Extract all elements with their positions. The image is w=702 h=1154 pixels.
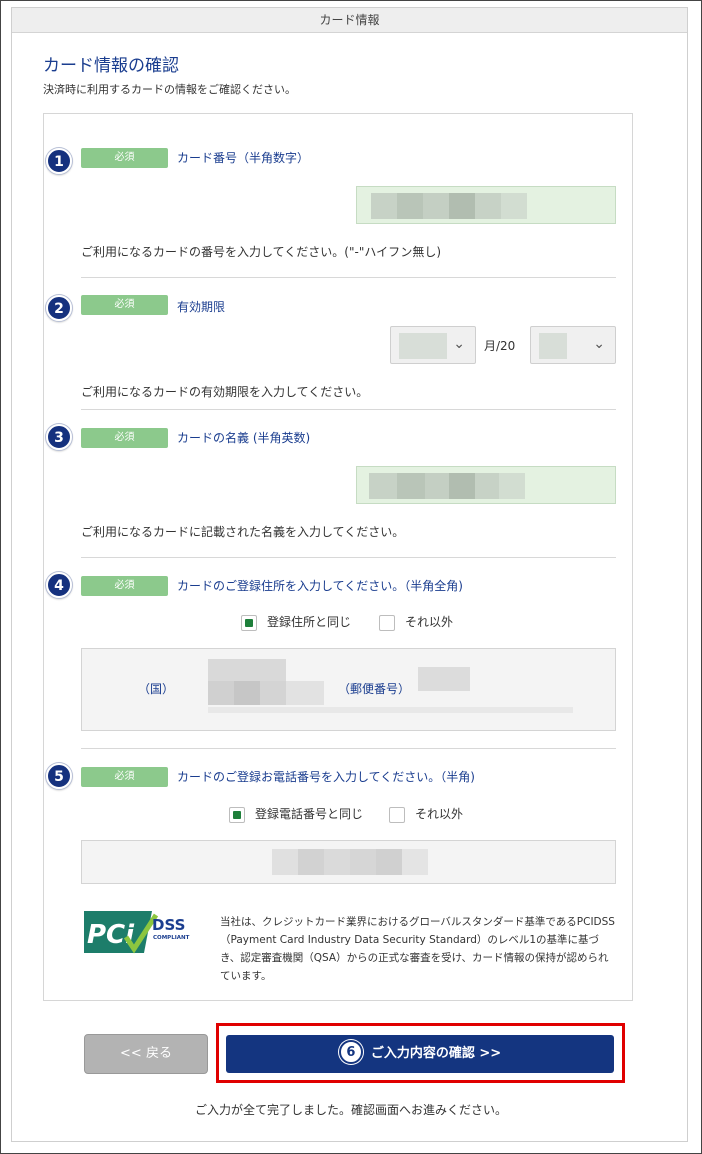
expiry-month-select[interactable]: ⌄ bbox=[390, 326, 476, 364]
pci-logo-main: PCi bbox=[87, 920, 135, 950]
confirm-button-label: ご入力内容の確認 >> bbox=[370, 1046, 502, 1061]
step-3-marker: 3 bbox=[46, 424, 72, 450]
panel-header: カード情報 bbox=[12, 8, 687, 33]
checked-checkbox-icon[interactable] bbox=[241, 614, 257, 631]
card-number-label: カード番号（半角数字） bbox=[177, 151, 310, 165]
phone-same-option[interactable]: 登録電話番号と同じ bbox=[229, 805, 363, 823]
step-1-marker: 1 bbox=[46, 148, 72, 174]
divider bbox=[81, 557, 616, 558]
unchecked-checkbox-icon[interactable] bbox=[389, 806, 405, 823]
month-year-separator: 月/20 bbox=[484, 339, 516, 353]
unchecked-checkbox-icon[interactable] bbox=[379, 614, 395, 631]
divider bbox=[81, 409, 616, 410]
required-badge: 必須 bbox=[81, 576, 168, 596]
page-title: カード情報の確認 bbox=[43, 56, 179, 76]
card-number-input[interactable] bbox=[356, 186, 616, 224]
address-other-option[interactable]: それ以外 bbox=[379, 613, 453, 631]
card-name-help: ご利用になるカードに記載された名義を入力してください。 bbox=[81, 525, 405, 539]
required-badge: 必須 bbox=[81, 767, 168, 787]
step-6-marker: 6 bbox=[338, 1040, 363, 1064]
step-4-marker: 4 bbox=[46, 572, 72, 598]
required-badge: 必須 bbox=[81, 428, 168, 448]
address-display: （国） （郵便番号） bbox=[81, 648, 616, 731]
pci-logo-compliant: COMPLIANT bbox=[153, 935, 190, 941]
pci-dss-logo: PCi DSS COMPLIANT bbox=[84, 911, 190, 954]
required-badge: 必須 bbox=[81, 148, 168, 168]
checked-checkbox-icon[interactable] bbox=[229, 806, 245, 823]
card-number-help: ご利用になるカードの番号を入力してください。("-"ハイフン無し) bbox=[81, 245, 442, 259]
required-badge: 必須 bbox=[81, 295, 168, 315]
chevron-down-icon: ⌄ bbox=[593, 336, 605, 352]
phone-label: カードのご登録お電話番号を入力してください。（半角) bbox=[177, 770, 475, 784]
expiry-year-select[interactable]: ⌄ bbox=[530, 326, 616, 364]
divider bbox=[81, 277, 616, 278]
address-label: カードのご登録住所を入力してください。（半角全角) bbox=[177, 579, 463, 593]
card-name-input[interactable] bbox=[356, 466, 616, 504]
page-subtitle: 決済時に利用するカードの情報をご確認ください。 bbox=[43, 83, 296, 96]
country-label: （国） bbox=[138, 682, 175, 696]
address-same-option[interactable]: 登録住所と同じ bbox=[241, 613, 351, 631]
divider bbox=[81, 748, 616, 749]
phone-other-option[interactable]: それ以外 bbox=[389, 805, 463, 823]
expiry-label: 有効期限 bbox=[177, 300, 226, 314]
card-name-label: カードの名義 (半角英数) bbox=[177, 431, 311, 445]
step-5-marker: 5 bbox=[46, 763, 72, 789]
confirm-input-button[interactable]: 6 ご入力内容の確認 >> bbox=[226, 1035, 614, 1073]
chevron-down-icon: ⌄ bbox=[453, 336, 465, 352]
completion-note: ご入力が全て完了しました。確認画面へお進みください。 bbox=[194, 1103, 507, 1117]
step-2-marker: 2 bbox=[46, 295, 72, 321]
pci-description: 当社は、クレジットカード業界におけるグローバルスタンダード基準であるPCIDSS… bbox=[220, 916, 615, 982]
back-button[interactable]: << 戻る bbox=[84, 1034, 208, 1074]
expiry-help: ご利用になるカードの有効期限を入力してください。 bbox=[81, 385, 369, 399]
pci-logo-dss: DSS bbox=[152, 916, 185, 934]
phone-display bbox=[81, 840, 616, 884]
zip-label: （郵便番号） bbox=[338, 682, 411, 696]
